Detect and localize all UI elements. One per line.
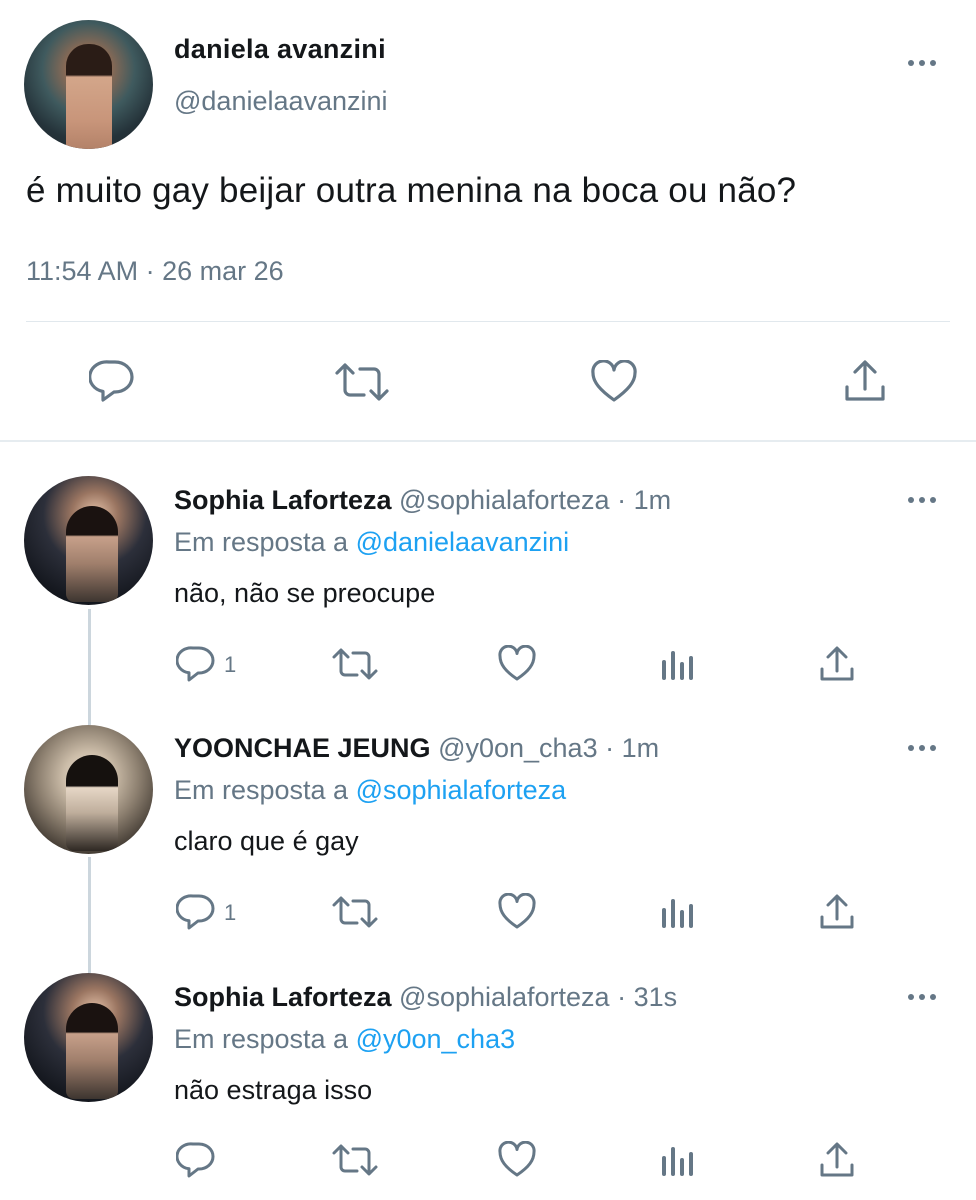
replying-to-mention[interactable]: @y0on_cha3 <box>356 1024 516 1054</box>
reply-time[interactable]: 1m <box>634 485 672 515</box>
reply-text: claro que é gay <box>174 826 359 856</box>
reply-count: 1 <box>224 900 237 925</box>
reply-icon[interactable] <box>176 645 216 683</box>
author-avatar[interactable] <box>24 20 153 149</box>
like-icon[interactable] <box>497 893 537 931</box>
reply-time[interactable]: 31s <box>634 982 678 1012</box>
reply-time[interactable]: 1m <box>622 733 660 763</box>
author-display-name[interactable]: daniela avanzini <box>174 34 386 65</box>
replying-to: Em resposta a @y0on_cha3 <box>174 1024 515 1055</box>
replying-to-label: Em resposta a <box>174 1024 356 1054</box>
separator: · <box>609 485 634 515</box>
reply-text: não estraga isso <box>174 1075 373 1105</box>
retweet-icon[interactable] <box>331 895 379 929</box>
more-options-icon[interactable] <box>908 994 936 1000</box>
replying-to: Em resposta a @sophialaforteza <box>174 775 566 806</box>
like-icon[interactable] <box>590 360 638 404</box>
like-icon[interactable] <box>497 1141 537 1179</box>
section-divider <box>0 440 976 442</box>
analytics-icon[interactable] <box>660 1144 696 1178</box>
more-options-icon[interactable] <box>908 60 936 66</box>
replying-to-mention[interactable]: @danielaavanzini <box>356 527 570 557</box>
reply-header: Sophia Laforteza @sophialaforteza · 31s <box>174 982 677 1013</box>
reply-handle[interactable]: @sophialaforteza <box>399 982 610 1012</box>
share-icon[interactable] <box>843 359 887 403</box>
reply-display-name[interactable]: Sophia Laforteza <box>174 485 392 515</box>
more-options-icon[interactable] <box>908 745 936 751</box>
separator: · <box>609 982 634 1012</box>
share-icon[interactable] <box>818 645 856 683</box>
divider <box>26 321 950 322</box>
reply-display-name[interactable]: Sophia Laforteza <box>174 982 392 1012</box>
reply-avatar[interactable] <box>24 476 153 605</box>
tweet-timestamp[interactable]: 11:54 AM · 26 mar 26 <box>26 256 284 287</box>
thread-connector <box>88 609 91 725</box>
reply-count: 1 <box>224 652 237 677</box>
reply-handle[interactable]: @sophialaforteza <box>399 485 610 515</box>
reply-header: YOONCHAE JEUNG @y0on_cha3 · 1m <box>174 733 659 764</box>
retweet-icon[interactable] <box>331 647 379 681</box>
analytics-icon[interactable] <box>660 648 696 682</box>
share-icon[interactable] <box>818 893 856 931</box>
more-options-icon[interactable] <box>908 497 936 503</box>
reply-handle[interactable]: @y0on_cha3 <box>438 733 598 763</box>
reply-avatar[interactable] <box>24 973 153 1102</box>
thread-connector <box>88 857 91 973</box>
retweet-icon[interactable] <box>331 1143 379 1177</box>
analytics-icon[interactable] <box>660 896 696 930</box>
separator: · <box>597 733 622 763</box>
reply-icon[interactable] <box>176 1141 216 1179</box>
like-icon[interactable] <box>497 645 537 683</box>
reply-avatar[interactable] <box>24 725 153 854</box>
replying-to-mention[interactable]: @sophialaforteza <box>356 775 567 805</box>
reply-header: Sophia Laforteza @sophialaforteza · 1m <box>174 485 671 516</box>
reply-icon[interactable] <box>89 359 135 403</box>
reply-text: não, não se preocupe <box>174 578 436 608</box>
author-handle[interactable]: @danielaavanzini <box>174 86 388 117</box>
replying-to-label: Em resposta a <box>174 527 356 557</box>
reply-display-name[interactable]: YOONCHAE JEUNG <box>174 733 431 763</box>
replying-to-label: Em resposta a <box>174 775 356 805</box>
share-icon[interactable] <box>818 1141 856 1179</box>
tweet-text: é muito gay beijar outra menina na boca … <box>26 171 797 210</box>
retweet-icon[interactable] <box>334 362 390 402</box>
reply-icon[interactable] <box>176 893 216 931</box>
replying-to: Em resposta a @danielaavanzini <box>174 527 569 558</box>
